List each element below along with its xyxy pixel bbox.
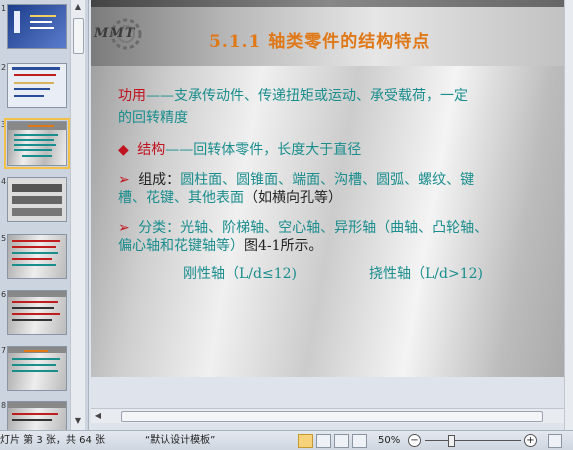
slide-counter: 灯片 第 3 张，共 64 张 [0, 435, 105, 446]
composition-text-cont: 槽、花键、其他表面 [118, 190, 244, 206]
slide-sorter-icon[interactable] [316, 434, 331, 448]
structure-label: 结构 [137, 142, 166, 158]
header-strip [91, 0, 564, 7]
body-line-7: 偏心轴和花键轴等）图4-1所示。 [118, 235, 323, 257]
scroll-up-icon[interactable]: ▲ [71, 0, 85, 14]
rigid-shaft-label: 刚性轴（L/d≤12) [183, 266, 297, 282]
design-template-name[interactable]: “默认设计模板” [145, 431, 215, 450]
body-line-5: 槽、花键、其他表面（如横向孔等） [118, 187, 342, 209]
normal-view-icon[interactable] [298, 434, 313, 448]
status-bar: 灯片 第 3 张，共 64 张 “默认设计模板” 50% − + [0, 430, 573, 450]
scroll-left-icon[interactable]: ◀ [91, 409, 105, 423]
classification-text: 分类：光轴、阶梯轴、空心轴、异形轴（曲轴、凸轮轴、 [138, 220, 489, 236]
body-line-3: ◆ 结构——回转体零件，长度大于直径 [118, 139, 361, 161]
scroll-thumb[interactable] [121, 411, 543, 422]
slide-thumbnail-4[interactable] [7, 177, 67, 222]
slide-thumbnail-2[interactable] [7, 63, 67, 108]
scroll-down-icon[interactable]: ▼ [71, 414, 85, 428]
arrow-bullet-icon: ➢ [118, 220, 130, 236]
zoom-level[interactable]: 50% [378, 431, 400, 450]
function-text-cont: 的回转精度 [118, 110, 188, 126]
composition-note: （如横向孔等） [244, 190, 342, 206]
scroll-thumb[interactable] [73, 18, 84, 54]
slide-title: 5.1.1 轴类零件的结构特点 [209, 32, 431, 52]
slide-thumbnail-8[interactable] [7, 401, 67, 431]
classification-text-cont: 偏心轴和花键轴等） [118, 238, 244, 254]
slide-thumbnail-pane[interactable]: 1 2 3 4 5 6 7 8 ▲ ▼ [0, 0, 89, 431]
fit-to-window-icon[interactable] [548, 434, 562, 448]
slide-header-band: MMT 5.1.1 轴类零件的结构特点 [91, 0, 564, 66]
arrow-bullet-icon: ➢ [118, 172, 130, 188]
slide-thumbnail-5[interactable] [7, 234, 67, 279]
composition-text: 圆柱面、圆锥面、端面、沟槽、圆弧、螺纹、键 [180, 172, 475, 188]
body-line-2: 的回转精度 [118, 107, 188, 129]
flexible-shaft-label: 挠性轴（L/d>12) [369, 266, 483, 282]
zoom-in-button[interactable]: + [524, 434, 537, 447]
slide-thumbnail-3[interactable] [4, 118, 70, 169]
horizontal-scrollbar[interactable]: ◀ [91, 408, 564, 423]
slide-scrollbar[interactable] [564, 0, 573, 430]
thumbnail-scrollbar[interactable]: ▲ ▼ [70, 0, 85, 430]
slide-thumbnail-7[interactable] [7, 346, 67, 391]
function-text: ——支承传动件、传递扭矩或运动、承受载荷，一定 [146, 88, 468, 104]
diamond-bullet-icon: ◆ [118, 142, 129, 158]
slide-canvas[interactable]: MMT 5.1.1 轴类零件的结构特点 功用——支承传动件、传递扭矩或运动、承受… [91, 0, 564, 377]
zoom-slider[interactable] [425, 440, 521, 441]
mmt-logo: MMT [94, 26, 136, 41]
figure-reference: 图4-1所示。 [244, 238, 323, 254]
structure-text: ——回转体零件，长度大于直径 [165, 142, 362, 158]
function-label: 功用 [118, 88, 146, 104]
zoom-out-button[interactable]: − [408, 434, 421, 447]
body-line-1: 功用——支承传动件、传递扭矩或运动、承受载荷，一定 [118, 85, 468, 107]
slide-thumbnail-1[interactable] [7, 4, 67, 49]
slide-thumbnail-6[interactable] [7, 290, 67, 335]
zoom-slider-knob[interactable] [448, 435, 455, 447]
slideshow-icon[interactable] [352, 434, 367, 448]
reading-view-icon[interactable] [334, 434, 349, 448]
composition-label: 组成： [138, 172, 181, 188]
